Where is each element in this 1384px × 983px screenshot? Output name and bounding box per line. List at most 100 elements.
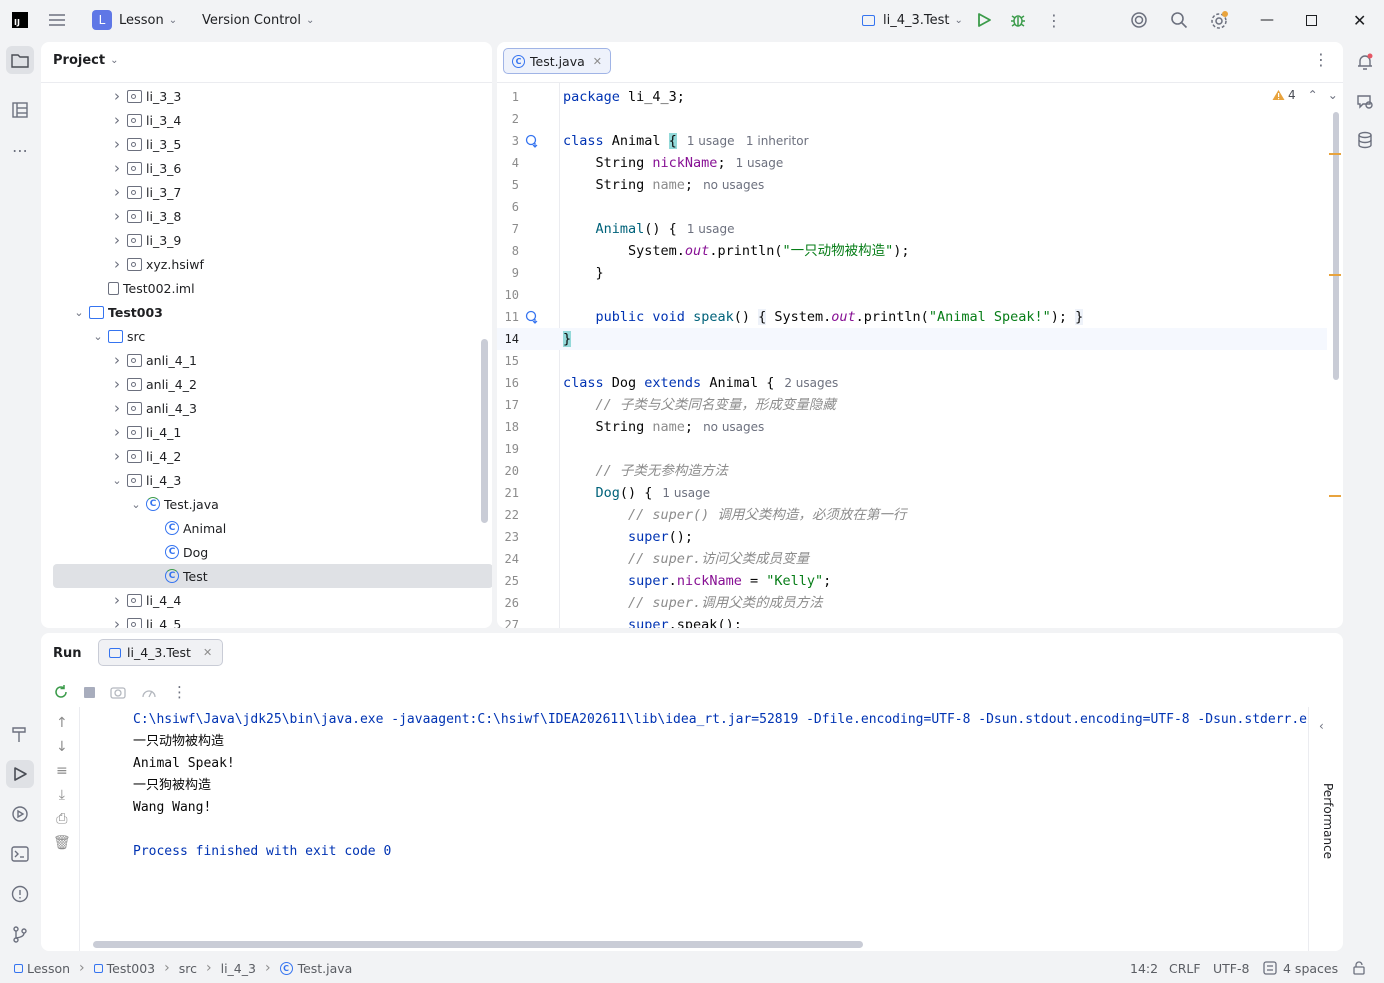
tree-item[interactable]: ⌄ src <box>53 324 492 348</box>
warning-marker[interactable] <box>1329 274 1341 276</box>
camera-icon[interactable] <box>110 685 126 699</box>
tree-item[interactable]: C Animal <box>53 516 492 540</box>
project-tool-folder-icon[interactable] <box>6 46 34 74</box>
profiler-icon[interactable] <box>141 685 157 699</box>
git-branch-icon[interactable] <box>6 920 34 948</box>
problems-icon[interactable] <box>6 880 34 908</box>
project-switcher[interactable]: L Lesson ⌄ <box>92 0 177 40</box>
breadcrumb-item[interactable]: src <box>179 961 197 976</box>
tree-item[interactable]: › li_3_5 <box>53 132 492 156</box>
chevron-right-icon[interactable]: › <box>109 423 125 441</box>
more-actions-icon[interactable]: ⋮ <box>1046 0 1062 40</box>
console-output[interactable]: C:\hsiwf\Java\jdk25\bin\java.exe -javaag… <box>41 709 1311 909</box>
vcs-menu[interactable]: Version Control ⌄ <box>202 0 314 40</box>
chevron-right-icon[interactable]: › <box>109 591 125 609</box>
tree-item[interactable]: Test002.iml <box>53 276 492 300</box>
chevron-right-icon[interactable]: › <box>109 87 125 105</box>
tree-item[interactable]: ⌄ li_4_3 <box>53 468 492 492</box>
maximize-button[interactable] <box>1306 0 1317 40</box>
close-tab-icon[interactable]: ✕ <box>593 55 602 68</box>
warning-marker[interactable] <box>1329 153 1341 155</box>
tree-item[interactable]: ⌄ Test003 <box>53 300 492 324</box>
settings-gear-icon[interactable] <box>1209 0 1229 40</box>
debug-button[interactable] <box>1010 0 1026 40</box>
tree-item[interactable]: › li_3_4 <box>53 108 492 132</box>
tree-item[interactable]: › li_3_7 <box>53 180 492 204</box>
tree-item[interactable]: ⌄ C Test.java <box>53 492 492 516</box>
console-hscrollbar[interactable] <box>93 941 863 948</box>
chevron-right-icon[interactable]: › <box>109 231 125 249</box>
tree-item[interactable]: › li_4_1 <box>53 420 492 444</box>
tree-scrollbar[interactable] <box>481 339 488 523</box>
tree-item[interactable]: › li_3_6 <box>53 156 492 180</box>
services-icon[interactable] <box>6 800 34 828</box>
chevron-right-icon[interactable]: › <box>109 135 125 153</box>
indent-setting[interactable]: 4 spaces <box>1263 958 1338 978</box>
tree-item[interactable]: › li_3_3 <box>53 84 492 108</box>
minimize-button[interactable]: — <box>1260 0 1274 40</box>
overridden-method-gutter-icon[interactable] <box>525 134 539 148</box>
file-encoding[interactable]: UTF-8 <box>1213 958 1249 978</box>
more-actions-icon[interactable]: ⋮ <box>172 683 187 701</box>
chevron-right-icon[interactable]: › <box>109 183 125 201</box>
notifications-bell-icon[interactable] <box>1351 48 1379 76</box>
code-area[interactable]: 1 package li_4_3; 2 3 class Animal {1 usage … <box>497 84 1327 628</box>
chevron-down-icon[interactable]: ⌄ <box>71 306 87 319</box>
tree-item[interactable]: › li_3_9 <box>53 228 492 252</box>
lock-icon[interactable] <box>1352 958 1366 978</box>
run-config-selector[interactable]: li_4_3.Test ⌄ <box>862 0 963 40</box>
line-separator[interactable]: CRLF <box>1169 958 1201 978</box>
tree-item[interactable]: › li_4_5 <box>53 612 492 628</box>
tree-item[interactable]: › anli_4_3 <box>53 396 492 420</box>
chevron-right-icon[interactable]: › <box>109 399 125 417</box>
chevron-down-icon[interactable]: ⌄ <box>90 330 106 343</box>
editor-tab[interactable]: C Test.java ✕ <box>503 48 611 74</box>
tree-item[interactable]: C Test <box>53 564 492 588</box>
chevron-right-icon[interactable]: › <box>109 255 125 273</box>
tree-item[interactable]: › li_3_8 <box>53 204 492 228</box>
warning-marker[interactable] <box>1329 495 1341 497</box>
chevron-right-icon[interactable]: › <box>109 447 125 465</box>
run-tab[interactable]: li_4_3.Test ✕ <box>98 639 224 666</box>
build-hammer-icon[interactable] <box>6 720 34 748</box>
editor-more-icon[interactable]: ⋮ <box>1313 50 1329 69</box>
tree-item[interactable]: › xyz.hsiwf <box>53 252 492 276</box>
chevron-down-icon[interactable]: ⌄ <box>1328 88 1338 102</box>
breadcrumb-item[interactable]: li_4_3 <box>221 961 256 976</box>
tree-item[interactable]: › anli_4_1 <box>53 348 492 372</box>
tree-item[interactable]: C Dog <box>53 540 492 564</box>
tree-item[interactable]: › anli_4_2 <box>53 372 492 396</box>
breadcrumb-item[interactable]: Test003 <box>107 961 155 976</box>
chevron-down-icon[interactable]: ⌄ <box>128 498 144 511</box>
run-button[interactable] <box>976 0 992 40</box>
chevron-right-icon[interactable]: › <box>109 111 125 129</box>
chevron-right-icon[interactable]: › <box>109 375 125 393</box>
tree-item[interactable]: › li_4_4 <box>53 588 492 612</box>
app-logo[interactable]: IJ <box>12 0 28 40</box>
chevron-left-icon[interactable]: ‹ <box>1319 719 1324 733</box>
close-tab-icon[interactable]: ✕ <box>203 646 212 659</box>
rerun-icon[interactable] <box>53 684 69 700</box>
chevron-right-icon[interactable]: › <box>109 615 125 628</box>
database-icon[interactable] <box>1351 126 1379 154</box>
caret-position[interactable]: 14:2 <box>1130 958 1158 978</box>
overridden-method-gutter-icon[interactable] <box>525 310 539 324</box>
search-icon[interactable] <box>1170 0 1188 40</box>
terminal-icon[interactable] <box>6 840 34 868</box>
run-tool-icon[interactable] <box>6 760 34 788</box>
chevron-right-icon[interactable]: › <box>109 159 125 177</box>
tree-item[interactable]: › li_4_2 <box>53 444 492 468</box>
ai-assistant-icon[interactable] <box>1130 0 1148 40</box>
chevron-right-icon[interactable]: › <box>109 351 125 369</box>
project-panel-header[interactable]: Project ⌄ <box>53 53 118 68</box>
chevron-right-icon[interactable]: › <box>109 207 125 225</box>
structure-tool-icon[interactable] <box>6 96 34 124</box>
breadcrumb-item[interactable]: Test.java <box>298 961 353 976</box>
more-tools-icon[interactable]: ⋯ <box>6 136 34 164</box>
performance-side-tab[interactable]: Performance <box>1321 783 1335 859</box>
close-button[interactable]: ✕ <box>1353 0 1366 40</box>
ai-chat-icon[interactable] <box>1351 88 1379 116</box>
breadcrumb-item[interactable]: Lesson <box>27 961 70 976</box>
chevron-down-icon[interactable]: ⌄ <box>109 474 125 487</box>
main-menu-icon[interactable] <box>48 0 70 40</box>
